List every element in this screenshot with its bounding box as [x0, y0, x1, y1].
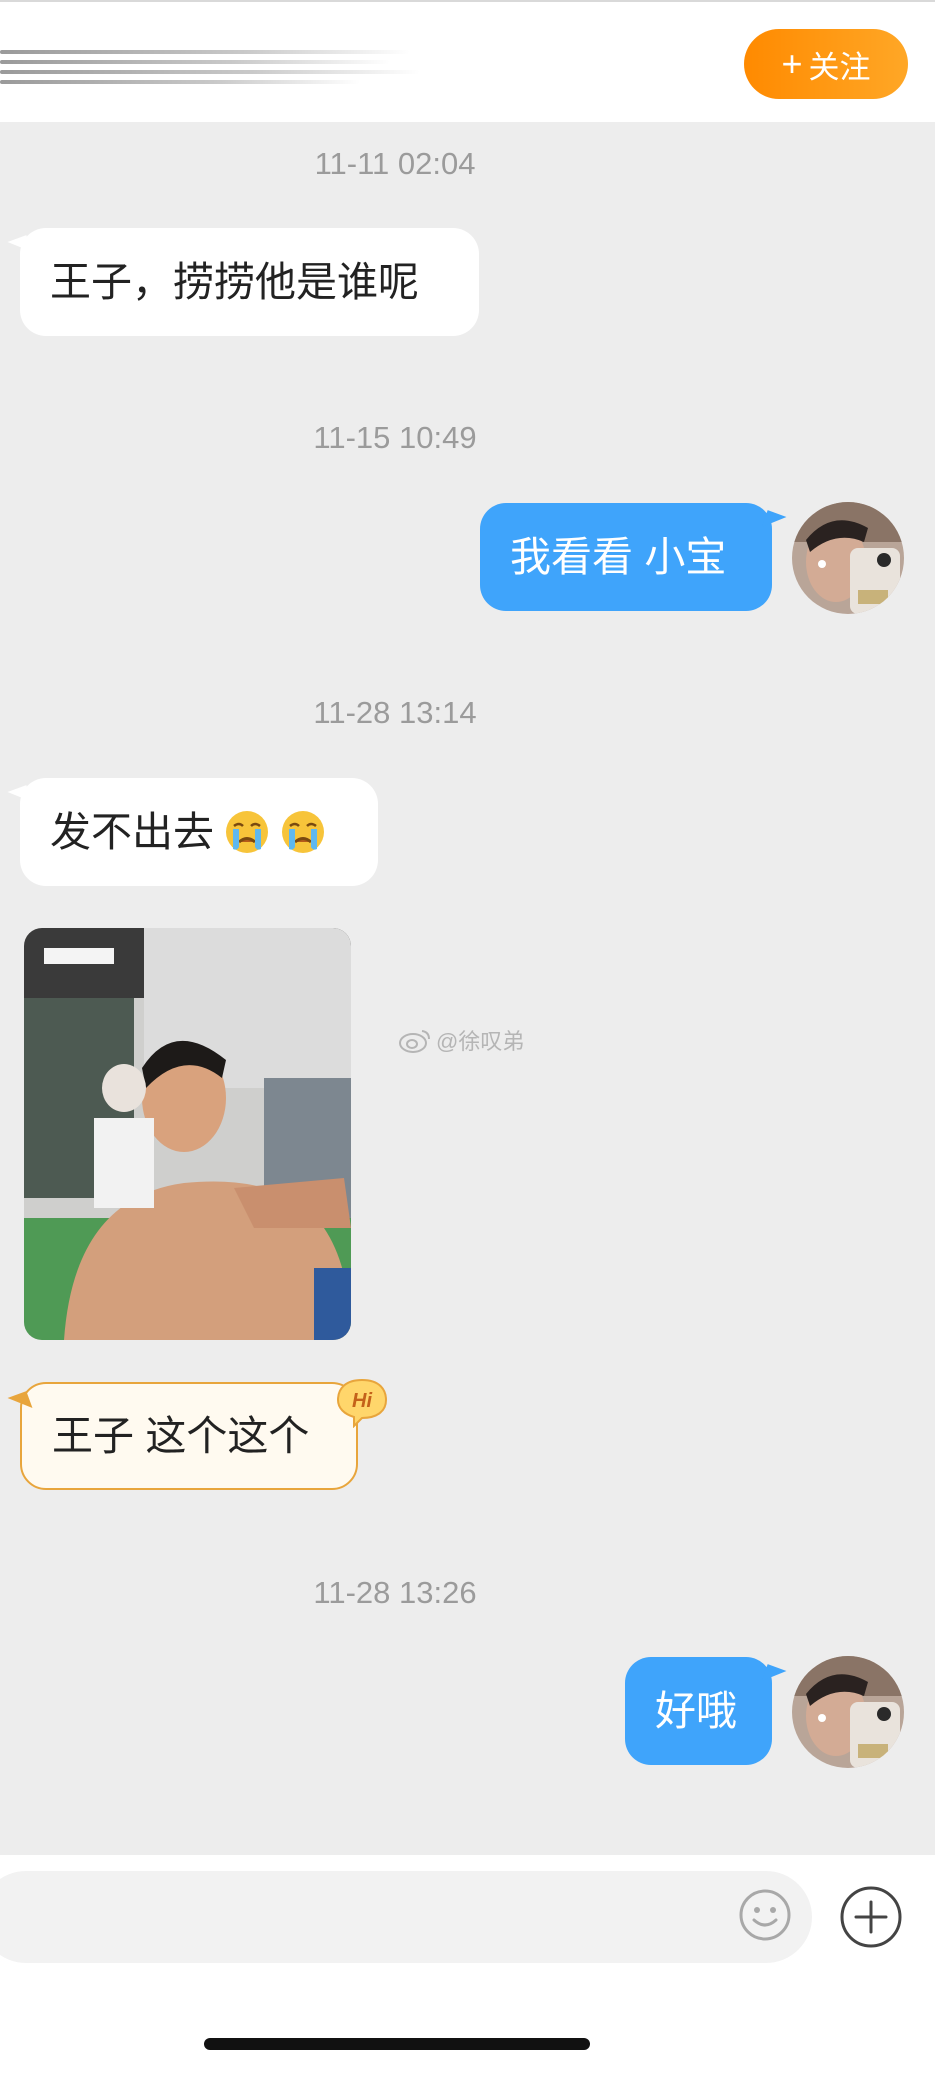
crying-face-icon: [280, 809, 326, 855]
hi-badge-icon: Hi: [334, 1376, 390, 1429]
timestamp: 11-11 02:04: [314, 146, 476, 181]
timestamp: 11-15 10:49: [313, 420, 477, 455]
avatar[interactable]: [792, 1656, 904, 1768]
greeting-message[interactable]: 王子 这个这个: [20, 1382, 358, 1490]
timestamp: 11-28 13:14: [313, 695, 477, 730]
message-text: 王子，捞捞他是谁呢: [50, 258, 419, 305]
smiley-icon[interactable]: [737, 1887, 793, 1943]
home-indicator: [204, 2038, 590, 2050]
message-text: 王子 这个这个: [52, 1412, 310, 1459]
plus-circle-icon[interactable]: [839, 1885, 903, 1949]
gym-selfie-photo[interactable]: [24, 928, 351, 1340]
follow-button-label: 关注: [808, 49, 871, 85]
incoming-message[interactable]: 王子，捞捞他是谁呢: [20, 228, 479, 336]
weibo-icon: [399, 1030, 430, 1053]
input-bar: [0, 1855, 935, 2074]
outgoing-message[interactable]: 好哦: [625, 1657, 772, 1765]
message-text: 我看看 小宝: [510, 533, 727, 580]
avatar[interactable]: [792, 502, 904, 614]
plus-icon: +: [781, 43, 803, 84]
watermark: @徐叹弟: [398, 1024, 524, 1056]
chat-header: + 关注: [0, 0, 935, 122]
message-text: 发不出去: [50, 808, 214, 855]
outgoing-message[interactable]: 我看看 小宝: [480, 503, 772, 611]
watermark-text: @徐叹弟: [436, 1029, 525, 1054]
svg-text:Hi: Hi: [352, 1390, 372, 1412]
message-input[interactable]: [0, 1871, 812, 1963]
crying-face-icon: [224, 809, 270, 855]
timestamp: 11-28 13:26: [313, 1575, 477, 1610]
message-text: 好哦: [655, 1687, 737, 1734]
blurred-contact-name: [0, 46, 430, 86]
incoming-message[interactable]: 发不出去: [20, 778, 378, 886]
follow-button[interactable]: + 关注: [744, 29, 908, 99]
